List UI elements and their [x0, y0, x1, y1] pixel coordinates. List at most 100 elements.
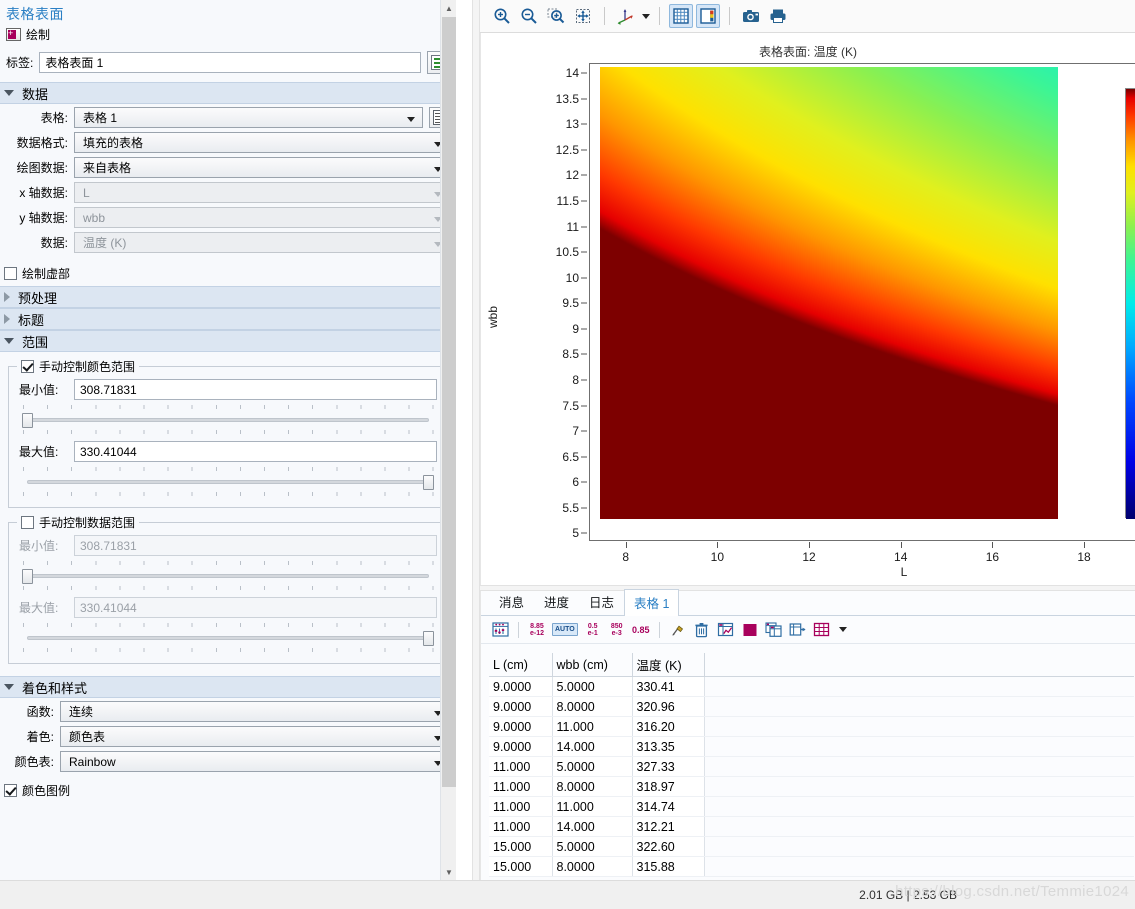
zoom-extents-icon[interactable] — [571, 4, 595, 28]
table-row[interactable]: 11.000 11.000 314.74 — [489, 796, 1134, 817]
table-cell[interactable]: 330.41 — [632, 676, 705, 697]
table-cell[interactable]: 313.35 — [632, 736, 705, 757]
table-graph-icon[interactable] — [715, 619, 737, 641]
color-swatch-icon[interactable] — [739, 619, 761, 641]
table-cell[interactable] — [704, 856, 1134, 877]
results-tab-0[interactable]: 消息 — [489, 588, 534, 615]
checkbox-manual-color-range[interactable] — [21, 360, 34, 373]
table-cell[interactable]: 9.0000 — [489, 696, 553, 717]
format-sci-0-5e-1-icon[interactable]: 0.5 e-1 — [582, 619, 604, 641]
checkbox-plot-imaginary[interactable] — [4, 267, 17, 280]
table-cell[interactable]: 11.000 — [489, 796, 553, 817]
table-cell[interactable]: 11.000 — [489, 776, 553, 797]
table-row[interactable]: 15.000 5.0000 322.60 — [489, 836, 1134, 857]
table-cell[interactable]: 314.74 — [632, 796, 705, 817]
table-cell[interactable]: 322.60 — [632, 836, 705, 857]
axis-orientation-icon[interactable] — [614, 4, 638, 28]
table-cell[interactable]: 8.0000 — [552, 776, 633, 797]
color-range-min-input[interactable] — [74, 379, 437, 400]
section-header-title[interactable]: 标题 — [0, 308, 456, 330]
results-tab-3[interactable]: 表格 1 — [624, 589, 680, 616]
slider-knob[interactable] — [423, 475, 434, 490]
combo-coloring[interactable]: 颜色表 — [60, 726, 450, 747]
combo-function[interactable]: 连续 — [60, 701, 450, 722]
format-sci-8-85e-12-icon[interactable]: 8.85 e-12 — [526, 619, 548, 641]
table-cell[interactable] — [704, 836, 1134, 857]
format-auto-icon[interactable]: AUTO — [550, 619, 580, 641]
table-cell[interactable] — [704, 716, 1134, 737]
slider-track[interactable] — [21, 413, 435, 428]
table-cell[interactable]: 315.88 — [632, 856, 705, 877]
table-cell[interactable]: 14.000 — [552, 816, 633, 837]
table-cell[interactable]: 318.97 — [632, 776, 705, 797]
table-cell[interactable]: 5.0000 — [552, 676, 633, 697]
table-cell[interactable] — [704, 796, 1134, 817]
color-range-max-input[interactable] — [74, 441, 437, 462]
section-header-coloring[interactable]: 着色和样式 — [0, 676, 456, 698]
settings-panel-scrollbar[interactable]: ▲ ▼ — [440, 0, 456, 880]
copy-table-icon[interactable] — [763, 619, 785, 641]
table-cell[interactable]: 15.000 — [489, 836, 553, 857]
checkbox-manual-data-range[interactable] — [21, 516, 34, 529]
show-grid-icon[interactable] — [669, 4, 693, 28]
table-column-header[interactable] — [704, 653, 1134, 677]
table-row[interactable]: 11.000 5.0000 327.33 — [489, 756, 1134, 777]
table-cell[interactable]: 14.000 — [552, 736, 633, 757]
results-tab-1[interactable]: 进度 — [534, 588, 579, 615]
table-row[interactable]: 9.0000 8.0000 320.96 — [489, 696, 1134, 717]
graphics-plot-area[interactable]: 表格表面: 温度 (K) 5 5.5 6 6.5 7 7.5 8 8.5 9 9.5 10 10.5 1… — [480, 33, 1135, 585]
combo-table[interactable]: 表格 1 — [74, 107, 423, 128]
table-cell[interactable]: 8.0000 — [552, 696, 633, 717]
table-row[interactable]: 9.0000 5.0000 330.41 — [489, 676, 1134, 697]
toolbar-overflow-icon[interactable] — [838, 627, 847, 632]
axis-orientation-dropdown-icon[interactable] — [642, 13, 650, 19]
color-range-min-slider[interactable] — [19, 405, 437, 435]
format-sci-850e-3-icon[interactable]: 850 e-3 — [606, 619, 628, 641]
table-cell[interactable]: 9.0000 — [489, 716, 553, 737]
plot-button[interactable]: 绘制 — [0, 25, 456, 47]
table-column-header[interactable]: wbb (cm) — [552, 653, 633, 677]
table-row[interactable]: 9.0000 11.000 316.20 — [489, 716, 1134, 737]
table-cell[interactable] — [704, 736, 1134, 757]
table-cell[interactable]: 11.000 — [552, 716, 633, 737]
table-cell[interactable]: 320.96 — [632, 696, 705, 717]
combo-data-format[interactable]: 填充的表格 — [74, 132, 450, 153]
table-cell[interactable] — [704, 676, 1134, 697]
table-cell[interactable]: 11.000 — [489, 816, 553, 837]
clear-table-icon[interactable] — [667, 619, 689, 641]
combo-plot-data[interactable]: 来自表格 — [74, 157, 450, 178]
table-row[interactable]: 9.0000 14.000 313.35 — [489, 736, 1134, 757]
table-cell[interactable] — [704, 816, 1134, 837]
table-cell[interactable]: 11.000 — [552, 796, 633, 817]
show-legend-icon[interactable] — [696, 4, 720, 28]
format-decimal-0-85-icon[interactable]: 0.85 — [630, 619, 652, 641]
full-table-icon[interactable] — [811, 619, 833, 641]
scroll-down-icon[interactable]: ▼ — [441, 864, 456, 880]
vertical-splitter[interactable] — [472, 0, 480, 880]
table-cell[interactable]: 312.21 — [632, 816, 705, 837]
snapshot-icon[interactable] — [739, 4, 763, 28]
color-range-max-slider[interactable] — [19, 467, 437, 497]
table-column-header[interactable]: 温度 (K) — [632, 653, 705, 677]
slider-track[interactable] — [21, 475, 435, 490]
export-table-icon[interactable] — [787, 619, 809, 641]
label-input[interactable] — [39, 52, 421, 73]
table-cell[interactable] — [704, 776, 1134, 797]
table-column-header[interactable]: L (cm) — [489, 653, 553, 677]
results-tab-2[interactable]: 日志 — [579, 588, 624, 615]
zoom-box-icon[interactable] — [544, 4, 568, 28]
checkbox-color-legend[interactable] — [4, 784, 17, 797]
print-icon[interactable] — [766, 4, 790, 28]
table-cell[interactable] — [704, 756, 1134, 777]
table-settings-icon[interactable] — [489, 619, 511, 641]
table-cell[interactable]: 15.000 — [489, 856, 553, 877]
table-cell[interactable] — [704, 696, 1134, 717]
checkbox-row-plot-imaginary[interactable]: 绘制虚部 — [0, 261, 456, 286]
zoom-in-icon[interactable] — [490, 4, 514, 28]
zoom-out-icon[interactable] — [517, 4, 541, 28]
table-cell[interactable]: 316.20 — [632, 716, 705, 737]
table-row[interactable]: 11.000 8.0000 318.97 — [489, 776, 1134, 797]
checkbox-row-color-legend[interactable]: 颜色图例 — [0, 780, 456, 803]
table-cell[interactable]: 5.0000 — [552, 836, 633, 857]
combo-color-table[interactable]: Rainbow — [60, 751, 450, 772]
